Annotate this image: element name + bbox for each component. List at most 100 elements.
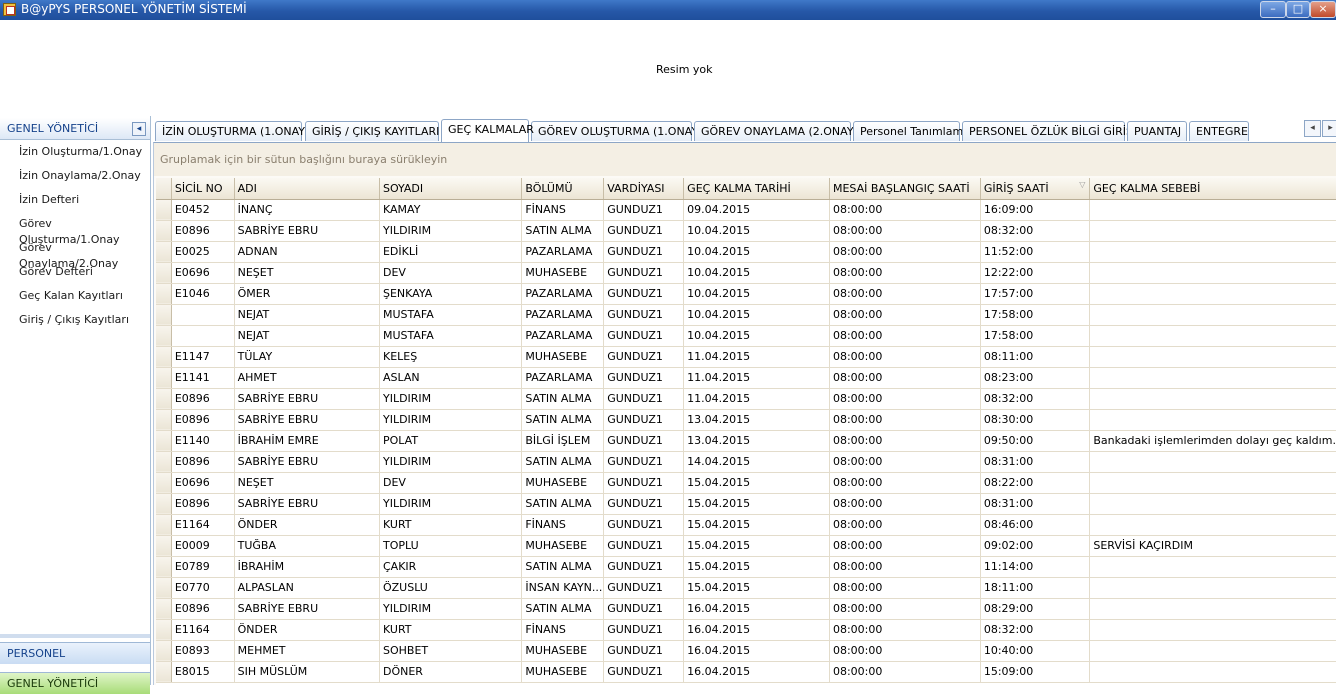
table-cell[interactable]: E0009 [171, 535, 235, 557]
table-cell[interactable]: NEJAT [234, 325, 380, 347]
table-cell[interactable]: FİNANS [521, 199, 605, 221]
table-cell[interactable]: EDİKLİ [379, 241, 523, 263]
table-cell[interactable]: MUHASEBE [521, 346, 605, 368]
table-cell[interactable]: 08:00:00 [829, 640, 981, 662]
table-row[interactable]: NEJAT MUSTAFA PAZARLAMA GUNDUZ1 10.04.2015 08… [156, 304, 1336, 326]
table-cell[interactable]: 08:00:00 [829, 577, 981, 599]
table-cell[interactable]: BİLGİ İŞLEM [521, 430, 605, 452]
nav-item[interactable]: İzin Defteri [0, 192, 150, 216]
tab-scroll-left-icon[interactable]: ◂ [1304, 120, 1321, 137]
table-row[interactable]: E0896 SABRİYE EBRU YILDIRIM SATIN ALMA GUNDU… [156, 388, 1336, 410]
table-cell[interactable]: E0896 [171, 388, 235, 410]
tab-5[interactable]: GÖREV ONAYLAMA (2.ONAY) [694, 121, 858, 141]
row-indicator[interactable] [156, 199, 172, 221]
table-cell[interactable]: 08:00:00 [829, 388, 981, 410]
table-cell[interactable]: 08:00:00 [829, 514, 981, 536]
table-cell[interactable]: 18:11:00 [980, 577, 1091, 599]
table-cell[interactable]: 08:00:00 [829, 472, 981, 494]
table-cell[interactable]: GUNDUZ1 [603, 220, 685, 242]
table-cell[interactable]: PAZARLAMA [521, 283, 605, 305]
table-cell[interactable]: 15.04.2015 [683, 535, 830, 557]
tab-9[interactable]: ENTEGRE [1189, 121, 1249, 141]
table-cell[interactable]: SATIN ALMA [521, 388, 605, 410]
table-row[interactable]: E0896 SABRİYE EBRU YILDIRIM SATIN ALMA GUNDU… [156, 409, 1336, 431]
tab-scroll-right-icon[interactable]: ▸ [1322, 120, 1336, 137]
table-cell[interactable]: GUNDUZ1 [603, 262, 685, 284]
table-cell[interactable]: 15.04.2015 [683, 556, 830, 578]
column-header[interactable]: SİCİL NO [171, 178, 235, 200]
table-row[interactable]: E0896 SABRİYE EBRU YILDIRIM SATIN ALMA GUNDU… [156, 598, 1336, 620]
table-cell[interactable] [1089, 220, 1336, 242]
table-cell[interactable]: GUNDUZ1 [603, 619, 685, 641]
tab-4[interactable]: GÖREV OLUŞTURMA (1.ONAY) [531, 121, 702, 141]
table-cell[interactable]: 08:00:00 [829, 409, 981, 431]
table-cell[interactable]: YILDIRIM [379, 598, 523, 620]
table-cell[interactable] [1089, 325, 1336, 347]
tab-3[interactable]: GEÇ KALMALAR [441, 119, 534, 142]
table-cell[interactable] [1089, 367, 1336, 389]
table-cell[interactable] [171, 325, 235, 347]
table-cell[interactable]: E0896 [171, 493, 235, 515]
table-cell[interactable] [1089, 199, 1336, 221]
row-indicator[interactable] [156, 556, 172, 578]
table-cell[interactable]: 08:00:00 [829, 199, 981, 221]
table-cell[interactable]: 08:00:00 [829, 325, 981, 347]
table-cell[interactable]: GUNDUZ1 [603, 304, 685, 326]
table-cell[interactable]: 08:32:00 [980, 619, 1091, 641]
table-cell[interactable]: GUNDUZ1 [603, 325, 685, 347]
filter-icon[interactable]: ▽ [1079, 180, 1085, 189]
table-row[interactable]: E0896 SABRİYE EBRU YILDIRIM SATIN ALMA GUNDU… [156, 493, 1336, 515]
row-indicator[interactable] [156, 472, 172, 494]
nav-group-genel-yonetici[interactable]: GENEL YÖNETİCİ [0, 672, 150, 694]
table-cell[interactable]: E0789 [171, 556, 235, 578]
table-cell[interactable]: GUNDUZ1 [603, 535, 685, 557]
table-cell[interactable]: GUNDUZ1 [603, 577, 685, 599]
table-cell[interactable]: ŞENKAYA [379, 283, 523, 305]
table-cell[interactable] [1089, 661, 1336, 683]
row-indicator[interactable] [156, 493, 172, 515]
table-cell[interactable]: E1141 [171, 367, 235, 389]
table-cell[interactable]: DEV [379, 472, 523, 494]
table-cell[interactable]: 15.04.2015 [683, 577, 830, 599]
table-cell[interactable]: SABRİYE EBRU [234, 409, 380, 431]
table-cell[interactable]: 08:00:00 [829, 241, 981, 263]
minimize-button[interactable]: – [1260, 1, 1286, 18]
tab-2[interactable]: GİRİŞ / ÇIKIŞ KAYITLARI [305, 121, 439, 141]
table-row[interactable]: E0009 TUĞBA TOPLU MUHASEBE GUNDUZ1 15.04.2015… [156, 535, 1336, 557]
table-cell[interactable]: E0696 [171, 262, 235, 284]
table-cell[interactable]: ADNAN [234, 241, 380, 263]
column-header[interactable]: SOYADI [379, 178, 523, 200]
table-cell[interactable] [1089, 514, 1336, 536]
table-cell[interactable]: 08:00:00 [829, 619, 981, 641]
table-cell[interactable]: GUNDUZ1 [603, 367, 685, 389]
table-cell[interactable]: 16.04.2015 [683, 640, 830, 662]
table-cell[interactable]: SATIN ALMA [521, 598, 605, 620]
table-cell[interactable]: 16:09:00 [980, 199, 1091, 221]
table-cell[interactable]: E1164 [171, 514, 235, 536]
table-cell[interactable]: SERVİSİ KAÇIRDIM [1089, 535, 1336, 557]
table-cell[interactable]: ÖZUSLU [379, 577, 523, 599]
table-cell[interactable]: 08:00:00 [829, 346, 981, 368]
nav-group-personel[interactable]: PERSONEL [0, 642, 150, 664]
table-cell[interactable]: 08:11:00 [980, 346, 1091, 368]
table-cell[interactable]: PAZARLAMA [521, 325, 605, 347]
table-cell[interactable]: GUNDUZ1 [603, 661, 685, 683]
nav-item[interactable]: İzin Onaylama/2.Onay [0, 168, 150, 192]
table-row[interactable]: E1141 AHMET ASLAN PAZARLAMA GUNDUZ1 11.04.201… [156, 367, 1336, 389]
table-cell[interactable]: İBRAHİM [234, 556, 380, 578]
table-cell[interactable]: KURT [379, 514, 523, 536]
row-indicator[interactable] [156, 619, 172, 641]
table-cell[interactable]: ASLAN [379, 367, 523, 389]
table-cell[interactable] [1089, 409, 1336, 431]
table-row[interactable]: E1164 ÖNDER KURT FİNANS GUNDUZ1 16.04.2015 08:… [156, 619, 1336, 641]
row-indicator[interactable] [156, 388, 172, 410]
table-cell[interactable]: 12:22:00 [980, 262, 1091, 284]
tab-1[interactable]: İZİN OLUŞTURMA (1.ONAY) [155, 121, 309, 141]
table-cell[interactable]: İNANÇ [234, 199, 380, 221]
table-cell[interactable]: 08:31:00 [980, 451, 1091, 473]
table-cell[interactable] [1089, 451, 1336, 473]
table-row[interactable]: E0896 SABRİYE EBRU YILDIRIM SATIN ALMA GUNDU… [156, 220, 1336, 242]
row-indicator[interactable] [156, 367, 172, 389]
table-cell[interactable]: 08:30:00 [980, 409, 1091, 431]
table-cell[interactable]: SOHBET [379, 640, 523, 662]
